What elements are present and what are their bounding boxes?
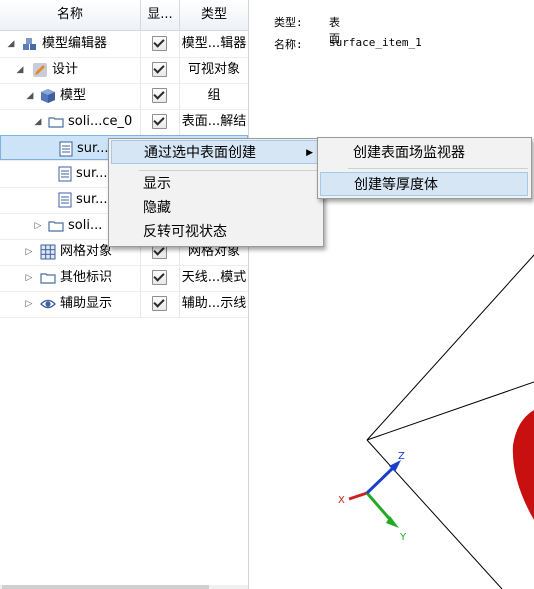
red-object-shape <box>512 410 534 520</box>
type-cell: 辅助...示线 <box>181 296 247 311</box>
type-cell: 表面...解结 <box>181 114 247 129</box>
tree-label: 辅助显示 <box>60 296 113 311</box>
document-icon <box>58 192 72 208</box>
tree-label: 模型编辑器 <box>42 36 108 51</box>
axis-x-label: X <box>338 495 345 506</box>
menu-item-hide[interactable]: 隐藏 <box>111 196 320 220</box>
horizontal-scrollbar[interactable] <box>0 585 248 589</box>
submenu: 创建表面场监视器 创建等厚度体 <box>317 137 532 199</box>
cube-icon <box>41 89 55 103</box>
tree-label: 设计 <box>52 62 79 77</box>
menu-item-show[interactable]: 显示 <box>111 172 320 196</box>
tree-label: soli...ce_0 <box>68 114 133 129</box>
tree-row-other-markers[interactable]: ▷ 其他标识 天线...模式 <box>0 265 248 291</box>
axis-gizmo <box>348 460 401 528</box>
menu-item-create-from-surface[interactable]: 通过选中表面创建 ▶ <box>111 140 320 164</box>
expand-arrow-icon[interactable]: ◢ <box>6 31 16 57</box>
axis-z-label: Z <box>398 451 405 462</box>
visible-checkbox[interactable] <box>152 88 167 103</box>
visible-checkbox[interactable] <box>152 296 167 311</box>
eye-icon <box>40 299 56 309</box>
document-icon <box>58 166 72 182</box>
menu-item-create-thickness[interactable]: 创建等厚度体 <box>320 172 528 196</box>
tree-row-design[interactable]: ◢ 设计 可视对象 <box>0 57 248 83</box>
submenu-arrow-icon: ▶ <box>306 148 313 158</box>
visible-checkbox[interactable] <box>152 36 167 51</box>
tree-label: 网格对象 <box>60 244 113 259</box>
axis-y-label: Y <box>399 532 407 543</box>
expand-arrow-icon[interactable]: ◢ <box>33 109 43 135</box>
column-header-type[interactable]: 类型 <box>180 0 248 30</box>
tree-row-solid-surface-folder[interactable]: ◢ soli...ce_0 表面...解结 <box>0 109 248 135</box>
tree-label: soli... <box>68 218 103 233</box>
tree-label: sur... <box>76 166 108 181</box>
collapse-arrow-icon[interactable]: ▷ <box>24 291 34 317</box>
document-icon <box>59 141 73 157</box>
visible-checkbox[interactable] <box>152 114 167 129</box>
tree-row-model-editor[interactable]: ◢ 模型编辑器 模型...辑器 <box>0 31 248 57</box>
collapse-arrow-icon[interactable]: ▷ <box>24 265 34 291</box>
folder-icon <box>48 117 64 128</box>
expand-arrow-icon[interactable]: ◢ <box>15 57 25 83</box>
type-cell: 可视对象 <box>187 62 240 77</box>
menu-item-invert-visibility[interactable]: 反转可视状态 <box>111 220 320 244</box>
tree-label: 模型 <box>60 88 87 103</box>
tree-header: 名称 显... 类型 <box>0 0 248 31</box>
pencil-icon <box>33 63 47 77</box>
visible-checkbox[interactable] <box>152 62 167 77</box>
tree-label: sur... <box>77 141 109 156</box>
column-header-name[interactable]: 名称 <box>0 0 141 30</box>
grid-icon <box>40 244 56 260</box>
model-editor-icon <box>23 38 36 50</box>
folder-icon <box>48 221 64 232</box>
collapse-arrow-icon[interactable]: ▷ <box>24 239 34 265</box>
tree-row-aux-display[interactable]: ▷ 辅助显示 辅助...示线 <box>0 291 248 317</box>
type-cell: 天线...模式 <box>181 270 247 285</box>
context-menu: 通过选中表面创建 ▶ 显示 隐藏 反转可视状态 <box>108 138 324 247</box>
menu-item-create-monitor[interactable]: 创建表面场监视器 <box>320 141 528 165</box>
expand-arrow-icon[interactable]: ◢ <box>25 83 35 109</box>
collapse-arrow-icon[interactable]: ▷ <box>33 213 43 239</box>
type-cell: 组 <box>207 88 221 103</box>
visible-checkbox[interactable] <box>152 270 167 285</box>
column-header-visible[interactable]: 显... <box>141 0 180 30</box>
tree-row-model[interactable]: ◢ 模型 组 <box>0 83 248 109</box>
model-tree-panel: 名称 显... 类型 ◢ 模型编辑器 模型...辑器 ◢ 设计 可视对象 ◢ 模… <box>0 0 249 589</box>
type-cell: 模型...辑器 <box>181 36 247 51</box>
3d-viewport[interactable]: X Y Z <box>249 0 534 589</box>
folder-icon <box>40 273 56 284</box>
tree-label: 其他标识 <box>60 270 113 285</box>
tree-label: sur... <box>76 192 108 207</box>
